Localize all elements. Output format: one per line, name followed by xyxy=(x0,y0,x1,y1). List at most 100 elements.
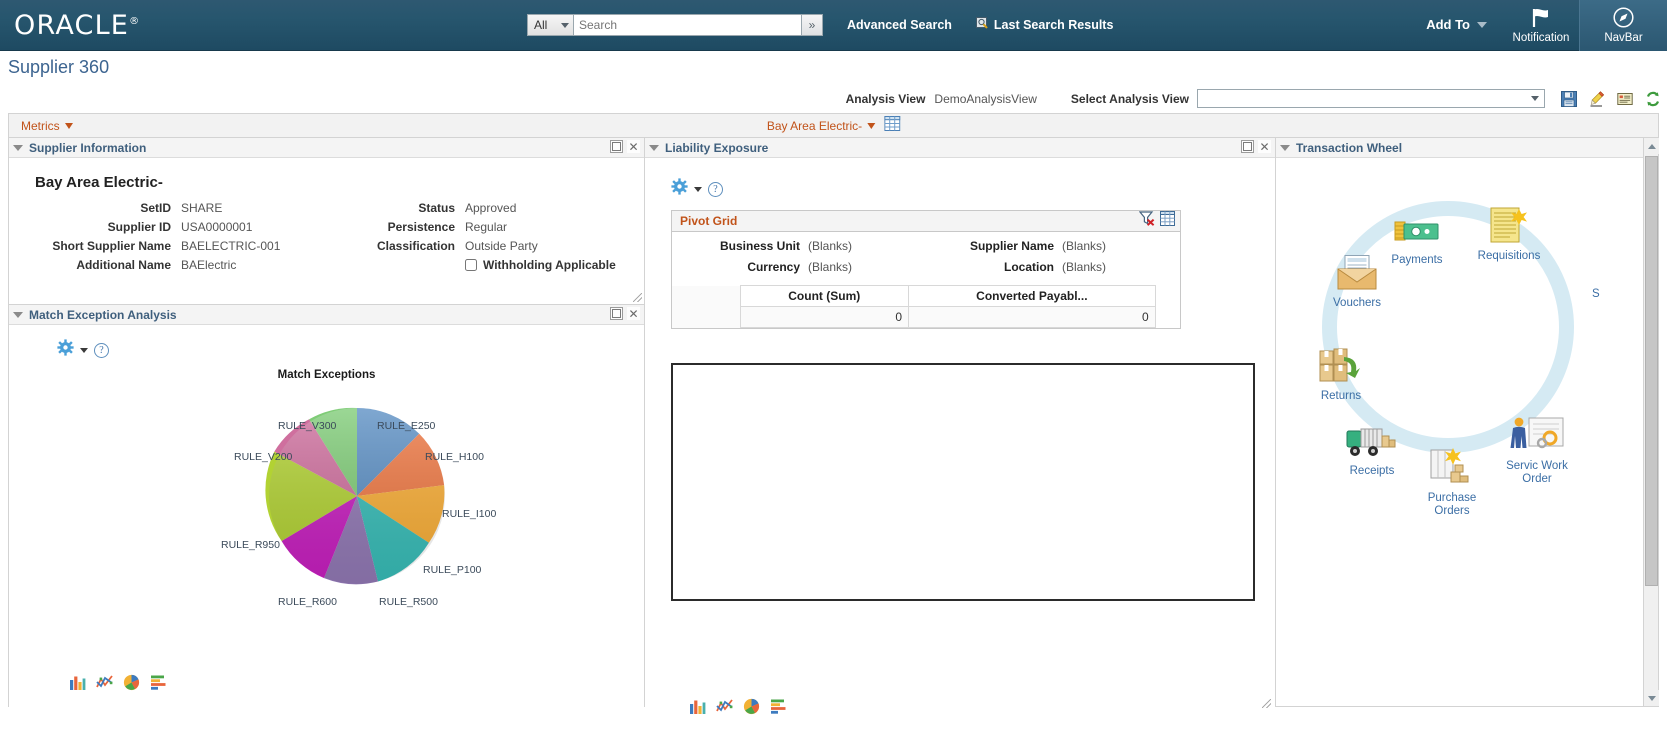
search-submit-button[interactable]: » xyxy=(801,14,823,36)
wheel-node-returns[interactable]: Returns xyxy=(1298,346,1384,403)
facet-label: Supplier Name xyxy=(969,239,1054,253)
pie-label: RULE_R600 xyxy=(278,596,337,608)
navbar-button[interactable]: NavBar xyxy=(1579,0,1667,51)
facet-row[interactable]: Business Unit (Blanks) xyxy=(672,239,926,253)
gear-icon[interactable] xyxy=(57,339,74,361)
scroll-up-arrow[interactable] xyxy=(1644,138,1659,154)
vertical-scrollbar[interactable] xyxy=(1643,138,1659,706)
gear-icon[interactable] xyxy=(671,178,688,200)
collapse-icon[interactable] xyxy=(13,311,23,318)
scroll-down-arrow[interactable] xyxy=(1644,690,1659,706)
wheel-node-receipts[interactable]: Receipts xyxy=(1329,421,1415,478)
clear-filter-icon[interactable] xyxy=(1138,211,1155,231)
facet-row[interactable]: Supplier Name (Blanks) xyxy=(926,239,1180,253)
grid-view-icon[interactable] xyxy=(1160,211,1175,231)
match-exception-analysis-body: ? Match Exceptions RULE_E250 RULE_H100 R… xyxy=(9,339,644,715)
line-chart-icon[interactable] xyxy=(716,698,733,715)
facet-label: Location xyxy=(1004,260,1054,274)
search-category-dropdown[interactable]: All xyxy=(527,14,573,36)
edit-icon[interactable] xyxy=(1589,90,1605,107)
pie-label: RULE_V300 xyxy=(278,420,337,432)
pie-label: RULE_H100 xyxy=(425,451,484,463)
pie-chart-icon[interactable] xyxy=(743,698,760,715)
maximize-button[interactable] xyxy=(1241,140,1254,153)
chevron-down-icon xyxy=(867,122,876,129)
close-button[interactable]: ✕ xyxy=(627,307,640,320)
help-icon[interactable]: ? xyxy=(708,181,723,197)
save-icon[interactable] xyxy=(1561,90,1577,107)
dashboard-column-right: Transaction Wheel Payments Requisitions … xyxy=(1276,138,1659,706)
chart-title: Match Exceptions xyxy=(277,369,376,381)
resize-handle[interactable] xyxy=(633,293,642,302)
notification-label: Notification xyxy=(1512,31,1570,44)
maximize-button[interactable] xyxy=(610,307,623,320)
chevron-down-icon[interactable] xyxy=(80,347,88,353)
notification-button[interactable]: Notification xyxy=(1503,0,1579,51)
maximize-button[interactable] xyxy=(610,140,623,153)
close-button[interactable]: ✕ xyxy=(627,140,640,153)
transaction-wheel-pagelet: Transaction Wheel Payments Requisitions … xyxy=(1276,138,1658,658)
pie-label: RULE_V200 xyxy=(234,451,293,463)
help-icon[interactable]: ? xyxy=(94,342,109,358)
collapse-icon[interactable] xyxy=(1280,144,1290,151)
collapse-icon[interactable] xyxy=(13,144,23,151)
pie-label: RULE_P100 xyxy=(423,564,482,576)
transaction-wheel-title: Transaction Wheel xyxy=(1296,140,1403,155)
select-analysis-view-label: Select Analysis View xyxy=(1070,91,1189,106)
field-row: Short Supplier Name BAELECTRIC-001 xyxy=(23,239,343,253)
metrics-menu[interactable]: Metrics xyxy=(21,119,73,133)
pie-label: RULE_I100 xyxy=(442,508,497,520)
horizontal-bar-chart-icon[interactable] xyxy=(770,698,787,715)
field-row: Classification Outside Party xyxy=(343,239,630,253)
wheel-node-label: Receipts xyxy=(1349,465,1395,477)
wheel-node-vouchers[interactable]: Vouchers xyxy=(1314,253,1400,310)
advanced-search-link[interactable]: Advanced Search xyxy=(847,18,952,32)
pie-chart-icon[interactable] xyxy=(123,674,140,691)
field-value: BAELECTRIC-001 xyxy=(181,239,281,253)
column-header: Converted Payabl... xyxy=(908,285,1156,307)
scrollbar-thumb[interactable] xyxy=(1645,156,1658,586)
last-search-results-link[interactable]: Last Search Results xyxy=(975,17,1113,33)
select-analysis-view-dropdown[interactable] xyxy=(1197,89,1545,108)
wheel-node-truncated[interactable]: S xyxy=(1592,286,1632,301)
chevron-down-icon[interactable] xyxy=(694,186,702,192)
wheel-node-label: Purchase Orders xyxy=(1427,492,1477,517)
pie-label: RULE_R950 xyxy=(221,539,280,551)
oracle-logo: ORACLE® xyxy=(14,9,141,41)
pie-label: RULE_E250 xyxy=(377,420,436,432)
add-to-menu[interactable]: Add To xyxy=(1426,17,1487,32)
facet-row[interactable]: Location (Blanks) xyxy=(926,260,1180,274)
transaction-wheel-body: Payments Requisitions S Vouchers Returns… xyxy=(1276,158,1658,658)
horizontal-bar-chart-icon[interactable] xyxy=(150,674,167,691)
field-label: Persistence xyxy=(387,220,455,234)
notes-icon[interactable] xyxy=(1617,91,1633,107)
field-value: Approved xyxy=(465,201,517,215)
field-row: Status Approved xyxy=(343,201,630,215)
collapse-icon[interactable] xyxy=(649,144,659,151)
field-label: SetID xyxy=(140,201,171,215)
chevron-down-icon xyxy=(64,122,73,129)
wheel-node-service-work-order[interactable]: Servic Work Order xyxy=(1494,416,1580,486)
pie-label: RULE_R500 xyxy=(379,596,438,608)
resize-handle[interactable] xyxy=(1262,699,1271,708)
line-chart-icon[interactable] xyxy=(96,674,113,691)
table-header-row: Count (Sum) Converted Payabl... xyxy=(672,285,1180,307)
supplier-context-menu[interactable]: Bay Area Electric- xyxy=(767,119,876,133)
liability-exposure-pagelet: Liability Exposure ✕ ? Pivot Grid Busine… xyxy=(645,138,1275,726)
search-input[interactable] xyxy=(573,14,801,36)
facet-row[interactable]: Currency (Blanks) xyxy=(672,260,926,274)
bar-chart-icon[interactable] xyxy=(69,674,86,691)
grid-icon[interactable] xyxy=(884,115,901,136)
pivot-grid-facets: Business Unit (Blanks) Currency (Blanks)… xyxy=(672,232,1180,285)
wheel-node-purchase-orders[interactable]: Purchase Orders xyxy=(1409,448,1495,518)
field-row: SetID SHARE xyxy=(23,201,343,215)
close-button[interactable]: ✕ xyxy=(1258,140,1271,153)
wheel-node-requisitions[interactable]: Requisitions xyxy=(1466,206,1552,263)
refresh-icon[interactable] xyxy=(1645,91,1661,107)
field-value: Outside Party xyxy=(465,239,538,253)
bar-chart-icon[interactable] xyxy=(689,698,706,715)
withholding-applicable-checkbox[interactable] xyxy=(465,259,477,271)
facet-label: Currency xyxy=(747,260,800,274)
match-exception-analysis-pagelet: Match Exception Analysis ✕ ? Match Excep… xyxy=(9,304,644,715)
liability-exposure-header: Liability Exposure ✕ xyxy=(645,138,1275,158)
